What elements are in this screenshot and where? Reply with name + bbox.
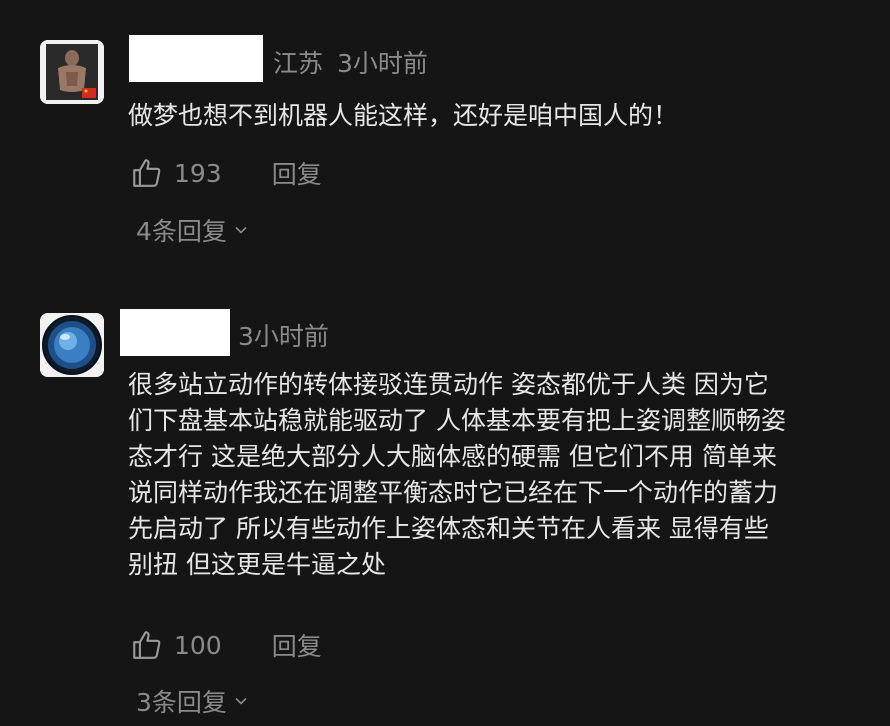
comment-text-line: 态才行 这是绝大部分人大脑体感的硬需 但它们不用 简单来: [128, 442, 777, 471]
comment-meta: 3小时前: [238, 317, 329, 353]
chevron-down-icon: [235, 226, 247, 234]
comment-text: 做梦也想不到机器人能这样，还好是咱中国人的！: [128, 101, 679, 130]
like-count: 100: [174, 630, 222, 660]
view-replies-button[interactable]: 3条回复: [136, 683, 249, 719]
avatar-image: [40, 40, 104, 104]
avatar-image: [40, 313, 104, 377]
location-label: 江苏: [273, 49, 324, 78]
chevron-down-icon: [235, 697, 247, 705]
username-redacted[interactable]: [129, 35, 263, 82]
thumbs-up-icon: [133, 631, 161, 659]
reply-button[interactable]: 回复: [272, 627, 322, 663]
like-count: 193: [174, 158, 222, 188]
timestamp: 3小时前: [337, 49, 428, 78]
comment-meta: 江苏 3小时前: [273, 44, 428, 80]
comment-text: 很多站立动作的转体接驳连贯动作 姿态都优于人类 因为它 们下盘基本站稳就能驱动了…: [128, 367, 786, 583]
reply-button[interactable]: 回复: [272, 155, 322, 191]
comment-text-line: 们下盘基本站稳就能驱动了 人体基本要有把上姿调整顺畅姿: [128, 406, 786, 435]
comment-text-line: 很多站立动作的转体接驳连贯动作 姿态都优于人类 因为它: [128, 370, 769, 399]
view-replies-button[interactable]: 4条回复: [136, 212, 249, 248]
comment-text-line: 先启动了 所以有些动作上姿体态和关节在人看来 显得有些: [128, 514, 769, 543]
like-button[interactable]: 100: [130, 628, 222, 662]
comment-actions: 100 回复: [130, 625, 322, 665]
comment-actions: 193 回复: [130, 153, 322, 193]
thumbs-up-icon: [133, 159, 161, 187]
comment-text-line: 说同样动作我还在调整平衡态时它已经在下一个动作的蓄力: [128, 478, 779, 507]
avatar[interactable]: [40, 313, 104, 377]
username-redacted[interactable]: [120, 309, 230, 356]
comment-text-line: 别扭 但这更是牛逼之处: [128, 550, 386, 579]
like-button[interactable]: 193: [130, 156, 222, 190]
timestamp: 3小时前: [238, 322, 329, 351]
replies-count-label: 4条回复: [136, 217, 227, 246]
replies-count-label: 3条回复: [136, 688, 227, 717]
avatar[interactable]: [40, 40, 104, 104]
